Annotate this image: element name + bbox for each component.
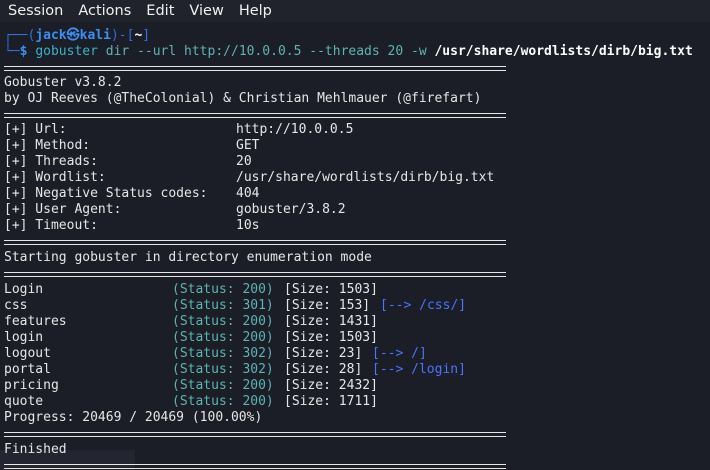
config-row: [+] Url: http://10.0.0.5: [4, 122, 354, 137]
menu-actions[interactable]: Actions: [70, 0, 138, 22]
config-row: [+] Wordlist:/usr/share/wordlists/dirb/b…: [4, 170, 495, 185]
starting-message: Starting gobuster in directory enumerati…: [4, 250, 372, 265]
config-row: [+] Method: GET: [4, 138, 260, 153]
config-row: [+] Threads: 20: [4, 154, 252, 169]
prompt-line-1: ┌──(jack㉿kali)-[~]: [4, 28, 151, 43]
config-row: [+] Negative Status codes: 404: [4, 186, 260, 201]
result-row: quote (Status: 200) [Size: 1711]: [4, 394, 378, 409]
config-row: [+] User Agent: gobuster/3.8.2: [4, 202, 346, 217]
redirect-link: [--> /]: [372, 346, 427, 361]
result-row: Login (Status: 200) [Size: 1503]: [4, 282, 378, 297]
prompt-host: kali: [79, 28, 111, 43]
finished-message: Finished: [4, 442, 67, 457]
config-row: [+] Timeout: 10s: [4, 218, 260, 233]
command-name: gobuster: [35, 44, 98, 59]
menu-edit[interactable]: Edit: [138, 0, 181, 22]
result-row: logout (Status: 302) [Size: 23] [--> /]: [4, 346, 427, 361]
menu-session[interactable]: Session: [0, 0, 70, 22]
separator: [4, 113, 506, 118]
separator: [4, 66, 506, 71]
redirect-link: [--> /login]: [372, 362, 466, 377]
menu-view[interactable]: View: [181, 0, 230, 22]
redirect-link: [--> /css/]: [380, 298, 467, 313]
command-line: └─$ gobuster dir --url http://10.0.0.5 -…: [4, 44, 693, 59]
menu-bar: Session Actions Edit View Help: [0, 0, 710, 22]
result-row: portal (Status: 302) [Size: 28] [--> /login…: [4, 362, 466, 377]
result-row: pricing (Status: 200) [Size: 2432]: [4, 378, 378, 393]
separator: [4, 464, 506, 469]
terminal-output[interactable]: ┌──(jack㉿kali)-[~] └─$ gobuster dir --ur…: [0, 22, 710, 470]
result-row: login (Status: 200) [Size: 1503]: [4, 330, 378, 345]
command-args: dir --url http://10.0.0.5 --threads 20 -…: [97, 44, 435, 59]
prompt-user: jack: [35, 28, 67, 43]
menu-help[interactable]: Help: [231, 0, 279, 22]
result-row: features (Status: 200) [Size: 1431]: [4, 314, 378, 329]
command-wordlist: /usr/share/wordlists/dirb/big.txt: [434, 44, 693, 59]
banner-authors: by OJ Reeves (@TheColonial) & Christian …: [4, 91, 482, 106]
separator: [4, 432, 506, 437]
separator: [4, 240, 506, 245]
banner-version: Gobuster v3.8.2: [4, 75, 122, 90]
result-row: css (Status: 301) [Size: 153] [--> /css/]: [4, 298, 467, 313]
separator: [4, 272, 506, 277]
progress-line: Progress: 20469 / 20469 (100.00%): [4, 410, 263, 425]
